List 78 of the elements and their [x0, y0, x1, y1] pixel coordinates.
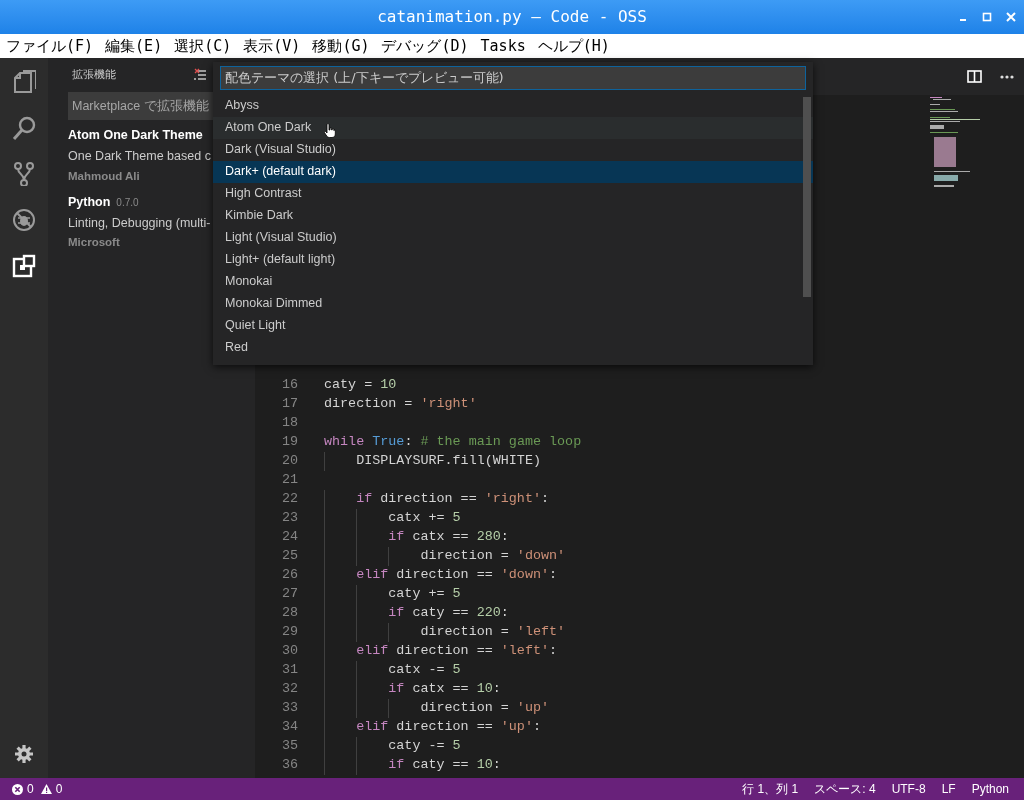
- theme-option[interactable]: Dark (Visual Studio): [213, 138, 813, 161]
- code-line: elif direction == 'left':: [355, 642, 558, 661]
- code-line: direction = 'left': [419, 623, 566, 642]
- code-line: direction = 'up': [419, 699, 549, 718]
- line-number: 27: [280, 585, 298, 604]
- theme-option[interactable]: Monokai: [213, 270, 813, 293]
- line-number: 24: [280, 528, 298, 547]
- extension-publisher: Mahmoud Ali: [68, 168, 140, 184]
- line-number: 20: [280, 452, 298, 471]
- code-line: if caty == 10:: [387, 756, 501, 775]
- menu-item[interactable]: Tasks: [480, 34, 526, 58]
- menu-item[interactable]: ファイル(F): [6, 34, 94, 58]
- line-number: 32: [280, 680, 298, 699]
- code-line: while True: # the main game loop: [324, 433, 582, 452]
- theme-option[interactable]: High Contrast: [213, 182, 813, 205]
- theme-option[interactable]: Atom One Dark: [213, 116, 813, 139]
- line-number: 21: [280, 471, 298, 490]
- menu-item[interactable]: 移動(G): [312, 34, 370, 58]
- code-line: caty += 5: [387, 585, 461, 604]
- code-line: if catx == 280:: [387, 528, 509, 547]
- line-number: 26: [280, 566, 298, 585]
- window-title: catanimation.py — Code - OSS: [377, 6, 647, 28]
- line-number: 22: [280, 490, 298, 509]
- code-line: if catx == 10:: [387, 680, 501, 699]
- error-count[interactable]: 0: [27, 780, 34, 798]
- extension-description: Linting, Debugging (multi-: [68, 214, 211, 232]
- extension-description: One Dark Theme based c: [68, 147, 211, 165]
- code-line: elif direction == 'up':: [355, 718, 541, 737]
- theme-search-field[interactable]: 配色テーマの選択 (上/下キーでプレビュー可能): [220, 65, 806, 90]
- theme-option[interactable]: Red: [213, 336, 813, 359]
- line-number: 28: [280, 604, 298, 623]
- sidebar-title: 拡張機能: [72, 66, 116, 83]
- status-item[interactable]: スペース: 4: [814, 780, 876, 798]
- status-item[interactable]: Python: [971, 780, 1009, 798]
- theme-option[interactable]: Quiet Light: [213, 314, 813, 337]
- theme-option[interactable]: Dark+ (default dark): [213, 160, 813, 183]
- theme-option[interactable]: Abyss: [213, 94, 813, 117]
- code-line: catx -= 5: [387, 661, 461, 680]
- line-number: 25: [280, 547, 298, 566]
- extension-publisher: Microsoft: [68, 235, 120, 251]
- line-number: 19: [280, 433, 298, 452]
- status-item[interactable]: 行 1、列 1: [742, 780, 799, 798]
- code-line: caty -= 5: [387, 737, 461, 756]
- search-field[interactable]: Marketplace で拡張機能: [68, 92, 213, 120]
- code-line: caty = 10: [324, 376, 397, 395]
- theme-option[interactable]: Kimbie Dark: [213, 204, 813, 227]
- status-item[interactable]: UTF-8: [891, 780, 926, 798]
- line-number: 35: [280, 737, 298, 756]
- menu-item[interactable]: 選択(C): [174, 34, 232, 58]
- code-line: if caty == 220:: [387, 604, 509, 623]
- extension-name[interactable]: Python: [68, 192, 111, 212]
- line-number: 16: [280, 376, 298, 395]
- line-number: 31: [280, 661, 298, 680]
- theme-option[interactable]: Monokai Dimmed: [213, 292, 813, 315]
- extension-version: 0.7.0: [116, 195, 139, 210]
- line-number: 23: [280, 509, 298, 528]
- theme-option[interactable]: Light (Visual Studio): [213, 226, 813, 249]
- line-number: 34: [280, 718, 298, 737]
- menu-item[interactable]: 編集(E): [105, 34, 163, 58]
- line-number: 36: [280, 756, 298, 775]
- status-item[interactable]: LF: [941, 780, 956, 798]
- line-number: 30: [280, 642, 298, 661]
- line-number: 33: [280, 699, 298, 718]
- code-line: DISPLAYSURF.fill(WHITE): [355, 452, 541, 471]
- theme-option[interactable]: Light+ (default light): [213, 248, 813, 271]
- code-line: catx += 5: [387, 509, 461, 528]
- menu-item[interactable]: ヘルプ(H): [537, 34, 610, 58]
- line-number: 29: [280, 623, 298, 642]
- menu-item[interactable]: 表示(V): [243, 34, 301, 58]
- code-line: direction = 'right': [324, 395, 477, 414]
- line-number: 17: [280, 395, 298, 414]
- code-line: elif direction == 'down':: [355, 566, 558, 585]
- code-line: if direction == 'right':: [355, 490, 549, 509]
- menu-item[interactable]: デバッグ(D): [381, 34, 469, 58]
- warning-count[interactable]: 0: [55, 780, 63, 798]
- extension-name[interactable]: Atom One Dark Theme: [68, 126, 203, 145]
- code-line: direction = 'down': [419, 547, 566, 566]
- line-number: 18: [280, 414, 298, 433]
